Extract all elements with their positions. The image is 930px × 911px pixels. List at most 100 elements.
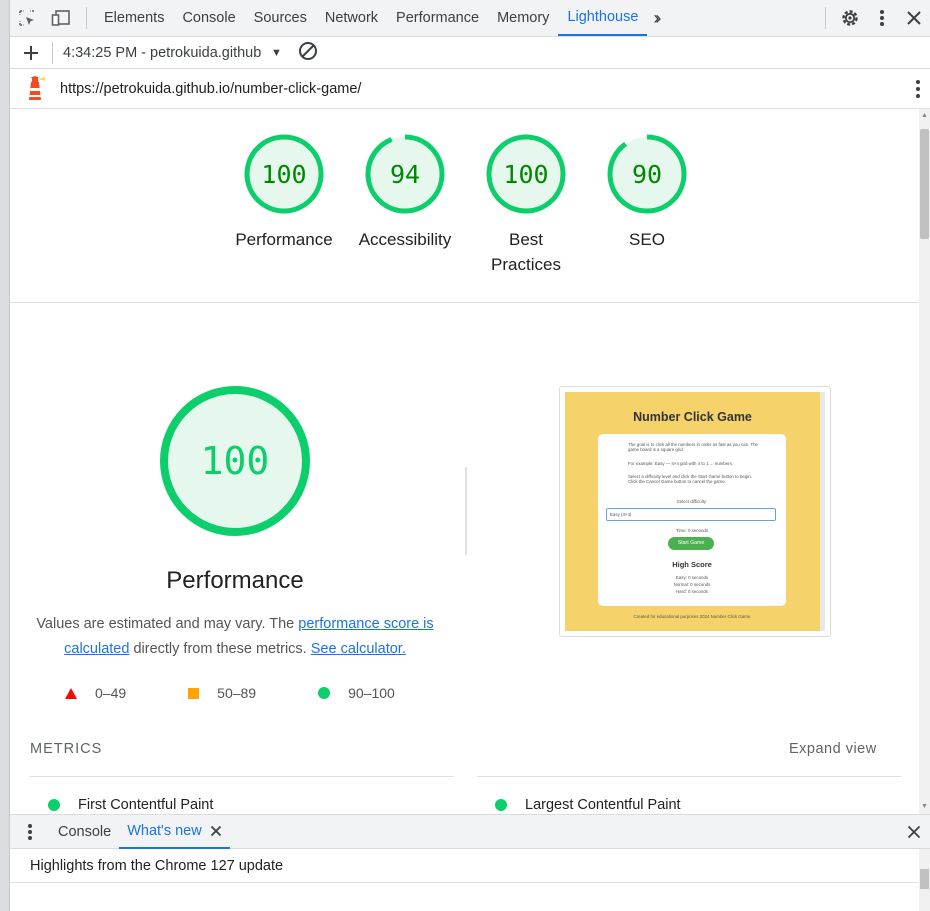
drawer-tab-console[interactable]: Console bbox=[50, 815, 119, 849]
circle-icon bbox=[48, 799, 60, 811]
whats-new-highlight: Highlights from the Chrome 127 update bbox=[30, 858, 284, 874]
kebab-menu-icon[interactable] bbox=[10, 823, 50, 841]
final-screenshot[interactable]: Number Click Game The goal is to click a… bbox=[559, 386, 831, 637]
circle-icon bbox=[495, 799, 507, 811]
metric-label: Largest Contentful Paint bbox=[525, 797, 681, 813]
legend-fail: 0–49 bbox=[65, 685, 126, 701]
report-url: https://petrokuida.github.io/number-clic… bbox=[60, 80, 362, 97]
scroll-up-icon[interactable]: ▲ bbox=[920, 112, 929, 120]
left-panel-edge bbox=[0, 0, 10, 911]
gauge-performance[interactable]: 100 Performance bbox=[224, 133, 344, 252]
tab-sources[interactable]: Sources bbox=[245, 0, 316, 36]
tab-network[interactable]: Network bbox=[316, 0, 387, 36]
screenshot-card: The goal is to click all the numbers in … bbox=[598, 434, 786, 606]
tab-lighthouse[interactable]: Lighthouse bbox=[558, 0, 648, 36]
drawer-divider bbox=[10, 882, 919, 883]
square-icon bbox=[188, 687, 200, 699]
screenshot-title: Number Click Game bbox=[633, 410, 752, 424]
inspect-element-icon[interactable] bbox=[10, 0, 44, 36]
devtools-tabbar: Elements Console Sources Network Perform… bbox=[10, 0, 930, 37]
legend-range: 90–100 bbox=[348, 685, 395, 701]
lighthouse-toolbar: 4:34:25 PM - petrokuida.github ▼ bbox=[10, 37, 930, 69]
plus-icon[interactable] bbox=[10, 45, 52, 61]
gauge-score: 100 bbox=[261, 160, 306, 189]
drawer-scrollbar[interactable] bbox=[919, 849, 930, 911]
triangle-icon bbox=[65, 687, 77, 699]
scroll-down-icon[interactable]: ▼ bbox=[920, 803, 929, 811]
screenshot-text: Hard: 0 seconds bbox=[676, 589, 708, 594]
drawer-content: Highlights from the Chrome 127 update bbox=[10, 849, 930, 911]
screenshot-text: Time: 0 seconds bbox=[675, 528, 709, 533]
screenshot-footer: Created for educational purposes 2024 Nu… bbox=[633, 614, 752, 619]
close-icon[interactable] bbox=[210, 825, 222, 837]
score-gauges: 100 Performance 94 Accessibility 100 Bes… bbox=[10, 109, 919, 303]
tab-elements[interactable]: Elements bbox=[95, 0, 173, 36]
screenshot-heading: High Score bbox=[672, 560, 712, 569]
tab-performance[interactable]: Performance bbox=[387, 0, 488, 36]
performance-score: 100 bbox=[201, 439, 270, 483]
screenshot-select: Easy (4×4) bbox=[606, 508, 776, 521]
drawer-tab-label: What's new bbox=[127, 822, 202, 839]
screenshot-text: Normal: 0 seconds bbox=[673, 582, 711, 587]
performance-gauge-large: 100 bbox=[155, 381, 315, 541]
gauge-ring: 100 bbox=[486, 134, 566, 214]
caret-down-icon[interactable]: ▼ bbox=[271, 47, 282, 59]
gauge-ring: 94 bbox=[365, 134, 445, 214]
report-url-bar: https://petrokuida.github.io/number-clic… bbox=[10, 69, 930, 109]
tab-console[interactable]: Console bbox=[173, 0, 244, 36]
gauge-seo[interactable]: 90 SEO bbox=[587, 133, 707, 252]
expand-view-toggle[interactable]: Expand view bbox=[789, 741, 877, 757]
close-icon[interactable] bbox=[898, 0, 930, 36]
tab-memory[interactable]: Memory bbox=[488, 0, 558, 36]
metric-lcp: Largest Contentful Paint bbox=[495, 797, 681, 813]
legend-range: 50–89 bbox=[217, 685, 257, 701]
tabbar-separator bbox=[825, 7, 826, 29]
gauge-label: SEO bbox=[629, 230, 665, 249]
gauge-label: Performance bbox=[235, 230, 333, 249]
scrollbar-thumb[interactable] bbox=[920, 869, 929, 889]
report-content: 100 Performance 94 Accessibility 100 Bes… bbox=[10, 109, 919, 814]
screenshot-text: The goal is to click all the numbers in … bbox=[628, 442, 758, 453]
screenshot-button: Start Game bbox=[668, 537, 714, 550]
performance-description: Values are estimated and may vary. The p… bbox=[30, 612, 440, 662]
desc-text: Values are estimated and may vary. The bbox=[36, 616, 299, 632]
report-scrollbar[interactable]: ▲ ▼ bbox=[919, 109, 930, 814]
gauge-ring: 100 bbox=[244, 134, 324, 214]
toolbar-separator bbox=[52, 41, 53, 64]
performance-title: Performance bbox=[166, 567, 304, 594]
see-calculator-link[interactable]: See calculator. bbox=[311, 641, 406, 657]
kebab-menu-icon[interactable] bbox=[866, 0, 898, 36]
device-toolbar-icon[interactable] bbox=[44, 0, 78, 36]
screenshot-text: Select difficulty: bbox=[676, 499, 708, 504]
drawer-tab-whats-new[interactable]: What's new bbox=[119, 815, 230, 849]
legend-average: 50–89 bbox=[188, 685, 256, 701]
screenshot-text: Select a difficulty level and click the … bbox=[628, 474, 752, 485]
gauge-score: 90 bbox=[632, 160, 662, 189]
metrics-header: METRICS bbox=[30, 741, 103, 757]
kebab-menu-icon[interactable] bbox=[906, 79, 930, 99]
legend-range: 0–49 bbox=[95, 685, 127, 701]
close-icon[interactable] bbox=[898, 825, 930, 839]
gear-icon[interactable] bbox=[834, 0, 866, 36]
legend-pass: 90–100 bbox=[318, 685, 395, 701]
lighthouse-icon bbox=[10, 75, 60, 102]
metric-fcp: First Contentful Paint bbox=[48, 797, 213, 813]
screenshot-page: Number Click Game The goal is to click a… bbox=[565, 392, 825, 631]
desc-text: directly from these metrics. bbox=[129, 641, 311, 657]
chevron-double-right-icon[interactable]: ›› bbox=[647, 8, 663, 29]
gauge-score: 94 bbox=[390, 160, 420, 189]
section-divider bbox=[465, 467, 467, 555]
metrics-divider bbox=[477, 776, 901, 777]
scrollbar-thumb[interactable] bbox=[920, 129, 929, 239]
screenshot-scrollbar bbox=[820, 392, 825, 631]
block-icon[interactable] bbox=[298, 41, 318, 64]
tabbar-separator bbox=[86, 7, 87, 29]
metric-label: First Contentful Paint bbox=[78, 797, 214, 813]
gauge-score: 100 bbox=[503, 160, 548, 189]
drawer-tabbar: Console What's new bbox=[10, 814, 930, 849]
gauge-best-practices[interactable]: 100 Best Practices bbox=[466, 133, 586, 277]
gauge-accessibility[interactable]: 94 Accessibility bbox=[345, 133, 465, 252]
report-selector[interactable]: 4:34:25 PM - petrokuida.github bbox=[63, 45, 263, 61]
screenshot-text: For example: Easy — 4×4 grid with 4 to 1… bbox=[628, 461, 734, 466]
gauge-label: Best Practices bbox=[491, 230, 561, 274]
